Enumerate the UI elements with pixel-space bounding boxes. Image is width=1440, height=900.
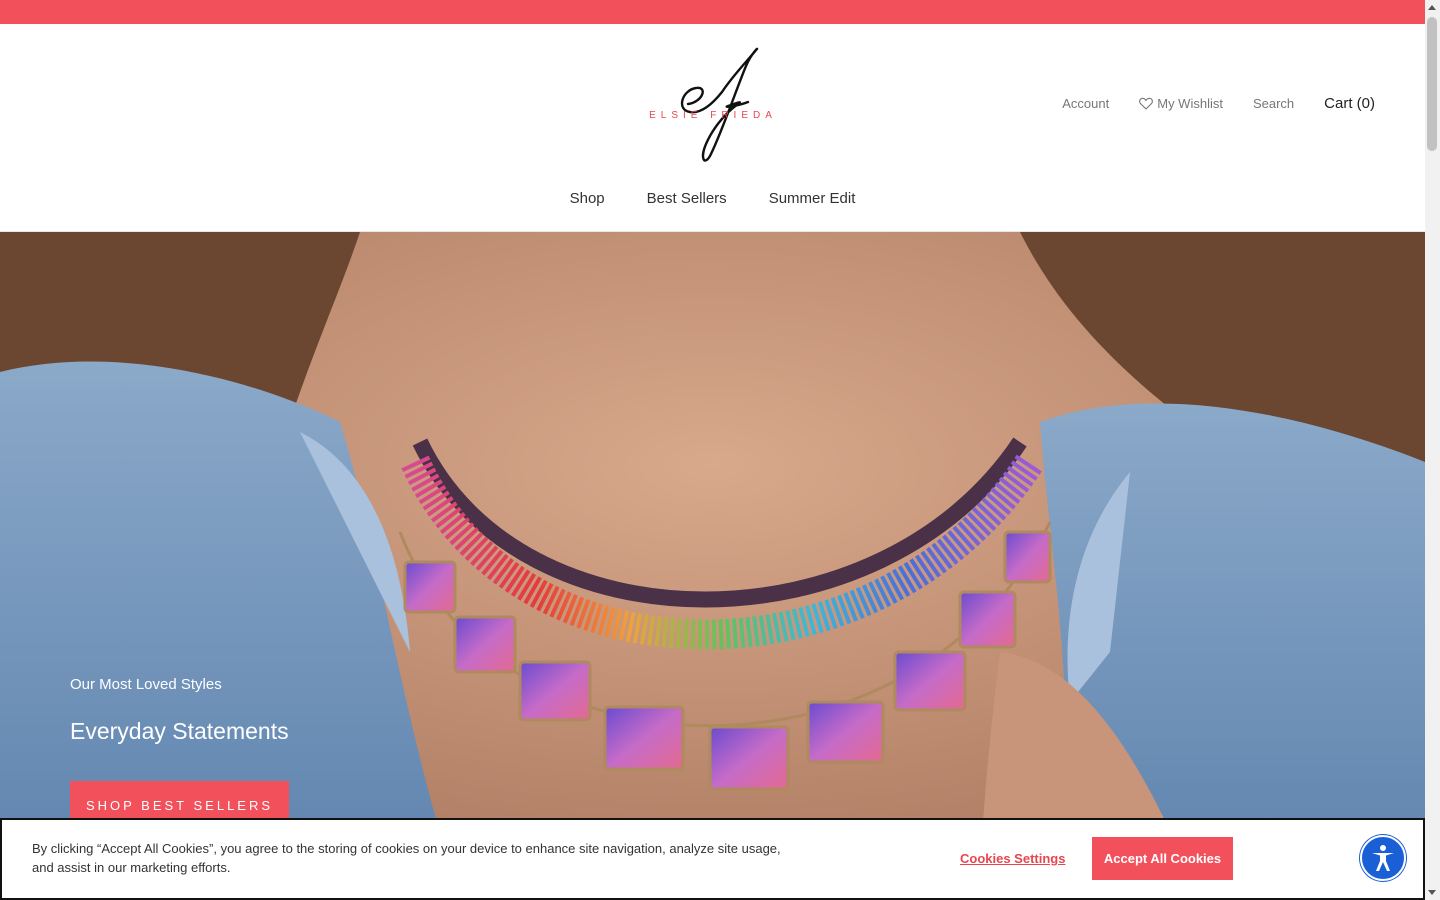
heart-icon <box>1139 97 1154 110</box>
scroll-up-arrow-icon[interactable] <box>1428 5 1436 10</box>
cart-link[interactable]: Cart (0) <box>1324 95 1375 112</box>
accessibility-icon <box>1372 845 1394 871</box>
nav-item-shop[interactable]: Shop <box>570 190 605 207</box>
site-header: ELSIE FRIEDA Account My Wishlist Search … <box>0 24 1425 232</box>
main-navigation: Shop Best Sellers Summer Edit <box>0 190 1425 207</box>
wishlist-label: My Wishlist <box>1157 96 1223 111</box>
cookies-settings-button[interactable]: Cookies Settings <box>960 851 1065 866</box>
search-link[interactable]: Search <box>1253 96 1294 111</box>
scrollbar-thumb[interactable] <box>1427 17 1437 151</box>
header-utility-links: Account My Wishlist Search Cart (0) <box>1032 95 1375 112</box>
cookie-banner: By clicking “Accept All Cookies”, you ag… <box>0 818 1425 900</box>
accept-all-cookies-button[interactable]: Accept All Cookies <box>1092 837 1233 880</box>
accessibility-button[interactable] <box>1360 835 1406 881</box>
logo-monogram <box>680 47 759 162</box>
brand-logo[interactable]: ELSIE FRIEDA <box>648 44 778 166</box>
page-scrollbar[interactable] <box>1425 0 1440 900</box>
nav-item-best-sellers[interactable]: Best Sellers <box>647 190 727 207</box>
announcement-bar <box>0 0 1425 24</box>
hero-banner: Our Most Loved Styles Everyday Statement… <box>0 232 1425 900</box>
hero-title: Everyday Statements <box>70 718 289 744</box>
hero-subtitle: Our Most Loved Styles <box>70 676 222 693</box>
scroll-down-arrow-icon[interactable] <box>1428 890 1436 895</box>
nav-item-summer-edit[interactable]: Summer Edit <box>769 190 856 207</box>
wishlist-link[interactable]: My Wishlist <box>1139 96 1223 111</box>
account-link[interactable]: Account <box>1062 96 1109 111</box>
logo-wordmark: ELSIE FRIEDA <box>649 110 777 121</box>
cookie-consent-text: By clicking “Accept All Cookies”, you ag… <box>32 841 781 875</box>
